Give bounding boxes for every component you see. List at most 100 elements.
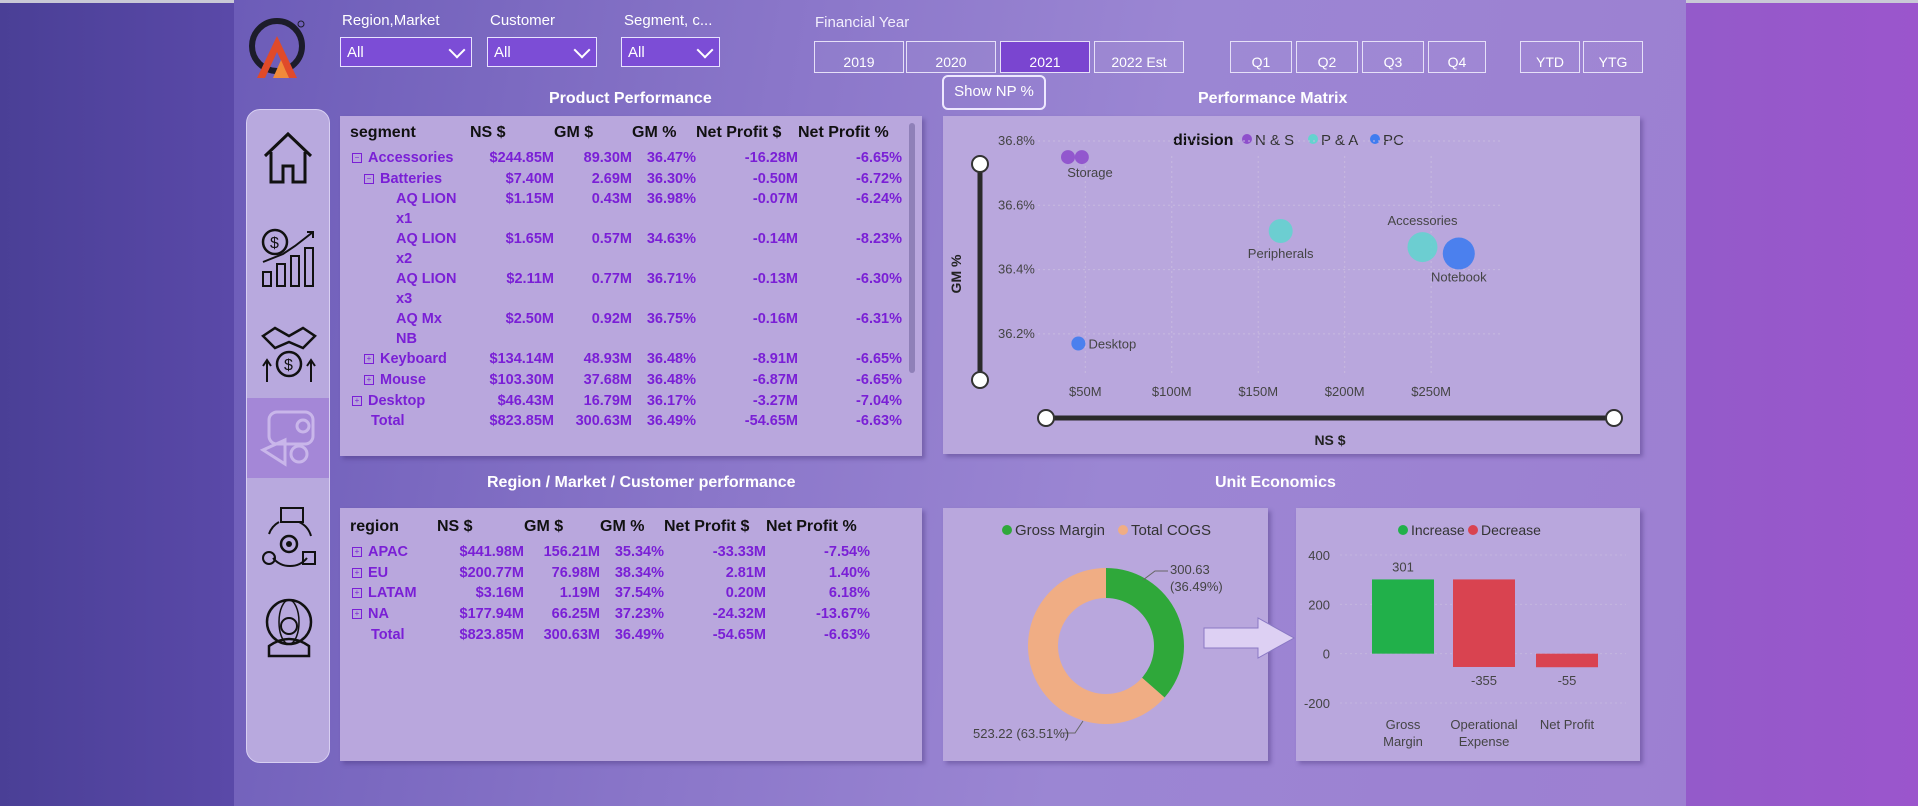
column-header[interactable]: NS $ (437, 512, 524, 542)
legend-item[interactable]: Total COGS (1131, 522, 1211, 539)
scatter-point[interactable] (1074, 150, 1089, 165)
net-profit-cell: 0.20M (725, 585, 766, 602)
period-button-ytd[interactable]: YTD (1520, 41, 1580, 73)
show-np-percent-toggle[interactable]: Show NP % (942, 75, 1046, 110)
net-profit-percent-cell: -8.23% (856, 231, 902, 248)
table-row[interactable]: AQ LION x2 $1.65M 0.57M 34.63% -0.14M -8.23% (350, 229, 902, 269)
column-header[interactable]: GM % (600, 512, 664, 542)
year-button-2022-est[interactable]: 2022 Est (1094, 41, 1184, 73)
ns-cell: $2.50M (505, 311, 554, 328)
expand-icon[interactable]: + (352, 547, 362, 557)
slider-handle[interactable] (971, 155, 989, 173)
quarter-button-q2[interactable]: Q2 (1296, 41, 1358, 73)
gm-percent-cell: 36.75% (646, 311, 696, 328)
performance-matrix-chart: division N & SP & A PC36.2%36.4%36.6%36.8%… (948, 132, 1623, 448)
expand-icon[interactable]: + (352, 567, 362, 578)
column-header[interactable]: GM $ (554, 118, 632, 148)
table-total-row[interactable]: Total $823.85M 300.63M 36.49% -54.65M -6.63% (350, 625, 870, 646)
filter-segment-dropdown[interactable]: All (621, 37, 720, 67)
gm-cell: 0.57M (591, 231, 632, 248)
column-header[interactable]: GM $ (524, 512, 600, 542)
column-header[interactable]: Net Profit $ (696, 118, 798, 148)
quarter-button-q4[interactable]: Q4 (1428, 41, 1486, 73)
table-row[interactable]: + EU $200.77M 76.98M 38.34% 2.81M 1.40% (350, 563, 870, 584)
period-button-ytg[interactable]: YTG (1583, 41, 1643, 73)
table-scrollbar[interactable] (909, 123, 915, 373)
gm-cell: 0.43M (591, 191, 632, 208)
table-row[interactable]: + LATAM $3.16M 1.19M 37.54% 0.20M 6.18% (350, 583, 870, 604)
expand-icon[interactable]: + (364, 375, 374, 386)
nav-executive[interactable] (247, 588, 329, 668)
scatter-point[interactable] (1407, 232, 1438, 263)
year-button-2021[interactable]: 2021 (1000, 41, 1090, 73)
column-header[interactable]: segment (350, 118, 470, 148)
table-row[interactable]: − Accessories $244.85M 89.30M 36.47% -16.28M -… (350, 148, 902, 169)
table-row[interactable]: + APAC $441.98M 156.21M 35.34% -33.33M -7.54% (350, 542, 870, 563)
slice-label: (36.49%) (1170, 579, 1223, 594)
waterfall-bar[interactable] (1372, 579, 1434, 654)
legend-item[interactable]: Increase (1411, 522, 1465, 538)
table-row[interactable]: + Desktop $46.43M 16.79M 36.17% -3.27M -7.04% (350, 391, 902, 412)
gm-cell: 89.30M (583, 150, 632, 166)
expand-icon[interactable]: + (352, 609, 362, 620)
table-row[interactable]: AQ LION x3 $2.11M 0.77M 36.71% -0.13M -6.30% (350, 269, 902, 309)
row-label: AQ Mx (396, 311, 442, 328)
legend-item[interactable]: Decrease (1481, 522, 1541, 538)
filter-customer-dropdown[interactable]: All (487, 37, 597, 67)
slider-handle[interactable] (1605, 409, 1623, 427)
nav-finance[interactable]: $ (247, 314, 329, 394)
column-header[interactable]: Net Profit % (798, 118, 902, 148)
y-tick-label: 36.6% (998, 197, 1035, 212)
expand-icon[interactable]: + (352, 588, 362, 599)
column-header[interactable]: Net Profit $ (664, 512, 766, 542)
y-axis-label: GM % (948, 254, 964, 293)
row-label-cont: x1 (396, 211, 413, 228)
table-row[interactable]: + NA $177.94M 66.25M 37.23% -24.32M -13.67% (350, 604, 870, 625)
filter-region-label: Region,Market (342, 12, 440, 29)
region-performance-title: Region / Market / Customer performance (487, 474, 796, 491)
year-button-2019[interactable]: 2019 (814, 41, 904, 73)
point-label: Peripherals (1248, 246, 1314, 261)
slider-handle[interactable] (1037, 409, 1055, 427)
nav-revenue-growth[interactable]: $ (247, 218, 329, 298)
expand-icon[interactable]: + (364, 354, 374, 365)
x-tick-label: $50M (1069, 384, 1102, 399)
collapse-icon[interactable]: − (364, 173, 374, 184)
scatter-point[interactable] (1442, 237, 1475, 270)
column-header[interactable]: GM % (632, 118, 696, 148)
column-header[interactable]: region (350, 512, 437, 542)
expand-icon[interactable]: + (352, 395, 362, 406)
column-header[interactable]: NS $ (470, 118, 554, 148)
table-row[interactable]: + Mouse $103.30M 37.68M 36.48% -6.87M -6.65% (350, 370, 902, 391)
waterfall-bar[interactable] (1453, 579, 1515, 667)
quarter-button-q1[interactable]: Q1 (1230, 41, 1292, 73)
column-header[interactable]: Net Profit % (766, 512, 870, 542)
scatter-point[interactable] (1061, 150, 1075, 165)
filter-region-dropdown[interactable]: All (340, 37, 472, 67)
nav-home[interactable] (247, 120, 329, 200)
y-tick-label: 36.2% (998, 326, 1035, 341)
row-label: AQ LION (396, 271, 457, 288)
segment-cell: − Accessories (350, 148, 470, 169)
segment-cell: AQ Mx NB (350, 309, 470, 349)
scatter-point[interactable] (1071, 336, 1086, 351)
slider-handle[interactable] (971, 371, 989, 389)
scatter-point[interactable] (1268, 219, 1293, 243)
legend-item[interactable]: Gross Margin (1015, 522, 1105, 539)
nav-supply-chain[interactable] (247, 496, 329, 576)
category-label: Net Profit (1540, 717, 1595, 732)
year-button-2020[interactable]: 2020 (906, 41, 996, 73)
table-row[interactable]: AQ Mx NB $2.50M 0.92M 36.75% -0.16M -6.31% (350, 309, 902, 349)
gm-percent-cell: 36.49% (614, 626, 664, 643)
row-label-cont: NB (396, 331, 417, 348)
table-row[interactable]: − Batteries $7.40M 2.69M 36.30% -0.50M -6.72% (350, 169, 902, 190)
table-row[interactable]: AQ LION x1 $1.15M 0.43M 36.98% -0.07M -6.24% (350, 189, 902, 229)
chevron-down-icon (448, 41, 466, 59)
quarter-button-q3[interactable]: Q3 (1362, 41, 1424, 73)
table-row[interactable]: + Keyboard $134.14M 48.93M 36.48% -8.91M -6.65… (350, 349, 902, 370)
collapse-icon[interactable]: − (352, 153, 362, 163)
gm-percent-cell: 34.63% (646, 231, 696, 248)
waterfall-bar[interactable] (1536, 653, 1598, 668)
table-total-row[interactable]: Total $823.85M 300.63M 36.49% -54.65M -6.63% (350, 411, 902, 432)
nav-marketing[interactable] (247, 398, 329, 478)
